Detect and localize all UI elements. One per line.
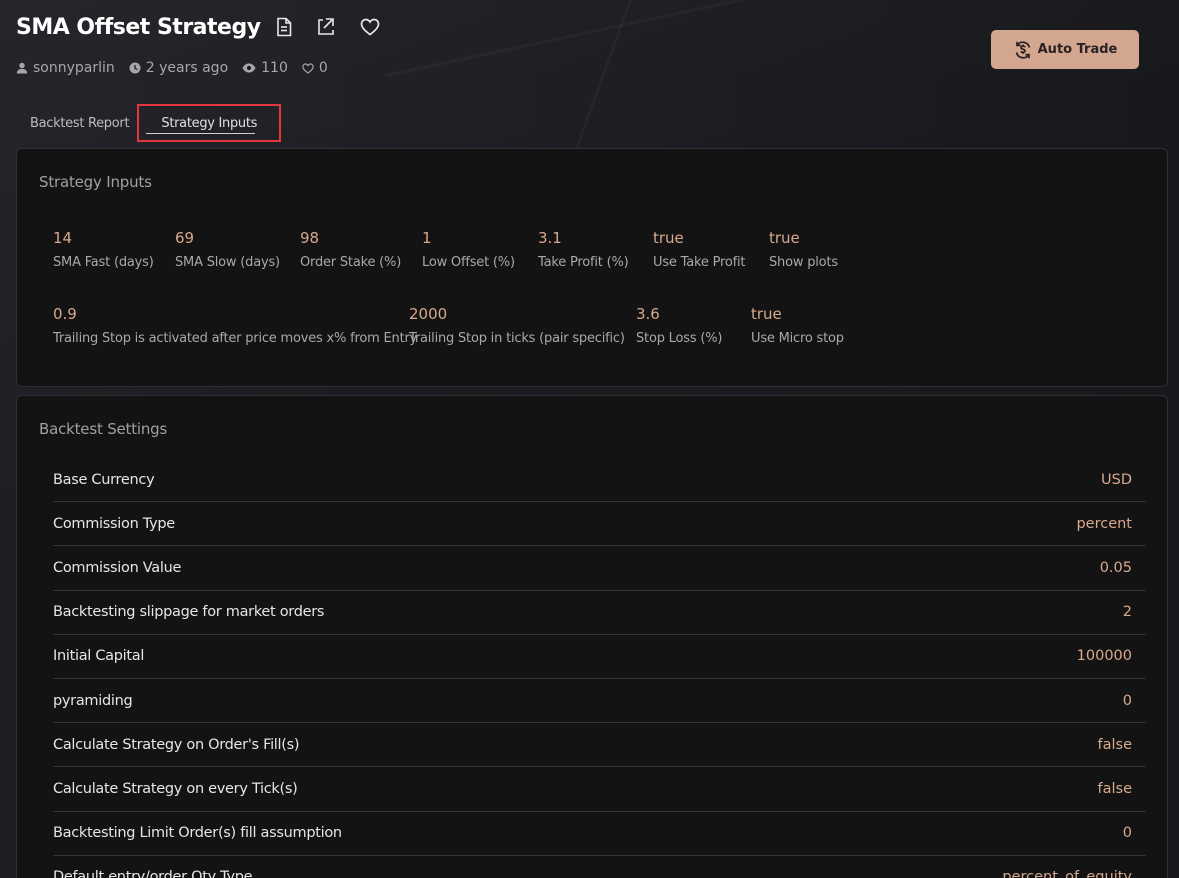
setting-value: 2: [1122, 604, 1132, 621]
table-row: Commission Type percent: [53, 502, 1146, 547]
table-row: Calculate Strategy on Order's Fill(s) fa…: [53, 723, 1146, 768]
tab-bar: Backtest Report Strategy Inputs: [16, 104, 282, 144]
setting-name: pyramiding: [53, 692, 133, 709]
table-row: Backtesting slippage for market orders 2: [53, 591, 1146, 635]
input-use-micro-stop: true Use Micro stop: [751, 305, 844, 346]
author[interactable]: sonnyparlin: [16, 60, 115, 76]
input-value: 69: [175, 229, 195, 247]
input-label: Trailing Stop is activated after price m…: [53, 331, 418, 346]
setting-value: percent: [1076, 515, 1132, 532]
input-value: true: [769, 229, 800, 247]
setting-value: false: [1097, 780, 1133, 797]
author-name: sonnyparlin: [33, 60, 115, 76]
input-take-profit: 3.1 Take Profit (%): [538, 229, 629, 270]
document-icon[interactable]: [273, 16, 295, 38]
likes-count: 0: [318, 60, 328, 76]
age: 2 years ago: [129, 60, 228, 76]
input-value: 14: [53, 229, 73, 247]
input-value: true: [653, 229, 684, 247]
setting-name: Base Currency: [53, 471, 155, 488]
input-label: Low Offset (%): [422, 255, 515, 270]
views-count: 110: [261, 60, 288, 76]
setting-name: Initial Capital: [53, 648, 145, 665]
input-label: Use Take Profit: [653, 255, 746, 270]
setting-name: Commission Value: [53, 559, 182, 576]
settings-table: Base Currency USD Commission Type percen…: [53, 458, 1146, 878]
setting-value: false: [1097, 736, 1133, 753]
user-icon: [16, 62, 28, 74]
setting-name: Default entry/order Qty Type: [53, 869, 253, 878]
input-order-stake: 98 Order Stake (%): [300, 229, 401, 270]
page-header: SMA Offset Strategy: [16, 12, 381, 42]
tab-strategy-inputs[interactable]: Strategy Inputs: [137, 104, 282, 142]
setting-value: USD: [1101, 471, 1132, 488]
input-value: 98: [300, 229, 320, 247]
input-sma-fast: 14 SMA Fast (days): [53, 229, 154, 270]
age-text: 2 years ago: [145, 60, 229, 76]
input-label: Order Stake (%): [300, 255, 402, 270]
page-title: SMA Offset Strategy: [16, 14, 261, 40]
setting-value: 0: [1122, 825, 1132, 842]
input-label: Use Micro stop: [751, 331, 844, 346]
input-trailing-stop-ticks: 2000 Trailing Stop in ticks (pair specif…: [409, 305, 625, 346]
setting-name: Calculate Strategy on every Tick(s): [53, 780, 298, 797]
setting-name: Backtesting Limit Order(s) fill assumpti…: [53, 825, 342, 842]
setting-name: Calculate Strategy on Order's Fill(s): [53, 736, 300, 753]
eye-icon: [242, 63, 256, 73]
export-icon[interactable]: [315, 16, 337, 38]
input-value: true: [751, 305, 782, 323]
input-show-plots: true Show plots: [769, 229, 838, 270]
table-row: Backtesting Limit Order(s) fill assumpti…: [53, 812, 1146, 856]
auto-trade-label: Auto Trade: [1037, 42, 1118, 57]
setting-name: Commission Type: [53, 515, 175, 532]
setting-value: 0: [1122, 692, 1132, 709]
table-row: Commission Value 0.05: [53, 546, 1146, 591]
setting-value: 100000: [1076, 648, 1132, 665]
tab-label: Backtest Report: [30, 115, 130, 131]
strategy-inputs-card: Strategy Inputs 14 SMA Fast (days) 69 SM…: [16, 148, 1168, 387]
backtest-settings-title: Backtest Settings: [39, 420, 168, 438]
input-trailing-stop-activation: 0.9 Trailing Stop is activated after pri…: [53, 305, 417, 346]
input-value: 2000: [409, 305, 448, 323]
input-label: SMA Slow (days): [175, 255, 280, 270]
tab-backtest-report[interactable]: Backtest Report: [24, 104, 135, 142]
clock-icon: [129, 62, 141, 74]
input-value: 1: [422, 229, 432, 247]
input-label: Show plots: [769, 255, 838, 270]
views: 110: [242, 60, 288, 76]
table-row: Default entry/order Qty Type percent_of_…: [53, 856, 1146, 878]
input-value: 0.9: [53, 305, 77, 323]
likes: 0: [302, 60, 328, 76]
backtest-settings-card: Backtest Settings Base Currency USD Comm…: [16, 395, 1168, 878]
table-row: Calculate Strategy on every Tick(s) fals…: [53, 767, 1146, 812]
input-label: Take Profit (%): [538, 255, 629, 270]
strategy-meta: sonnyparlin 2 years ago 110 0: [16, 60, 342, 76]
input-sma-slow: 69 SMA Slow (days): [175, 229, 280, 270]
table-row: pyramiding 0: [53, 679, 1146, 724]
setting-name: Backtesting slippage for market orders: [53, 604, 325, 621]
input-value: 3.1: [538, 229, 562, 247]
heart-outline-icon: [302, 62, 314, 74]
heart-icon[interactable]: [359, 16, 381, 38]
table-row: Base Currency USD: [53, 458, 1146, 503]
input-value: 3.6: [636, 305, 660, 323]
input-use-take-profit: true Use Take Profit: [653, 229, 745, 270]
setting-value: percent_of_equity: [1002, 869, 1132, 878]
input-low-offset: 1 Low Offset (%): [422, 229, 515, 270]
table-row: Initial Capital 100000: [53, 635, 1146, 679]
strategy-inputs-title: Strategy Inputs: [39, 173, 152, 191]
setting-value: 0.05: [1099, 559, 1132, 576]
sync-dollar-icon: [1015, 40, 1030, 59]
input-label: Stop Loss (%): [636, 331, 723, 346]
input-label: SMA Fast (days): [53, 255, 154, 270]
auto-trade-button[interactable]: Auto Trade: [991, 30, 1139, 69]
input-label: Trailing Stop in ticks (pair specific): [409, 331, 625, 346]
tab-label: Strategy Inputs: [161, 115, 258, 131]
input-stop-loss: 3.6 Stop Loss (%): [636, 305, 722, 346]
active-tab-indicator: [146, 133, 256, 134]
